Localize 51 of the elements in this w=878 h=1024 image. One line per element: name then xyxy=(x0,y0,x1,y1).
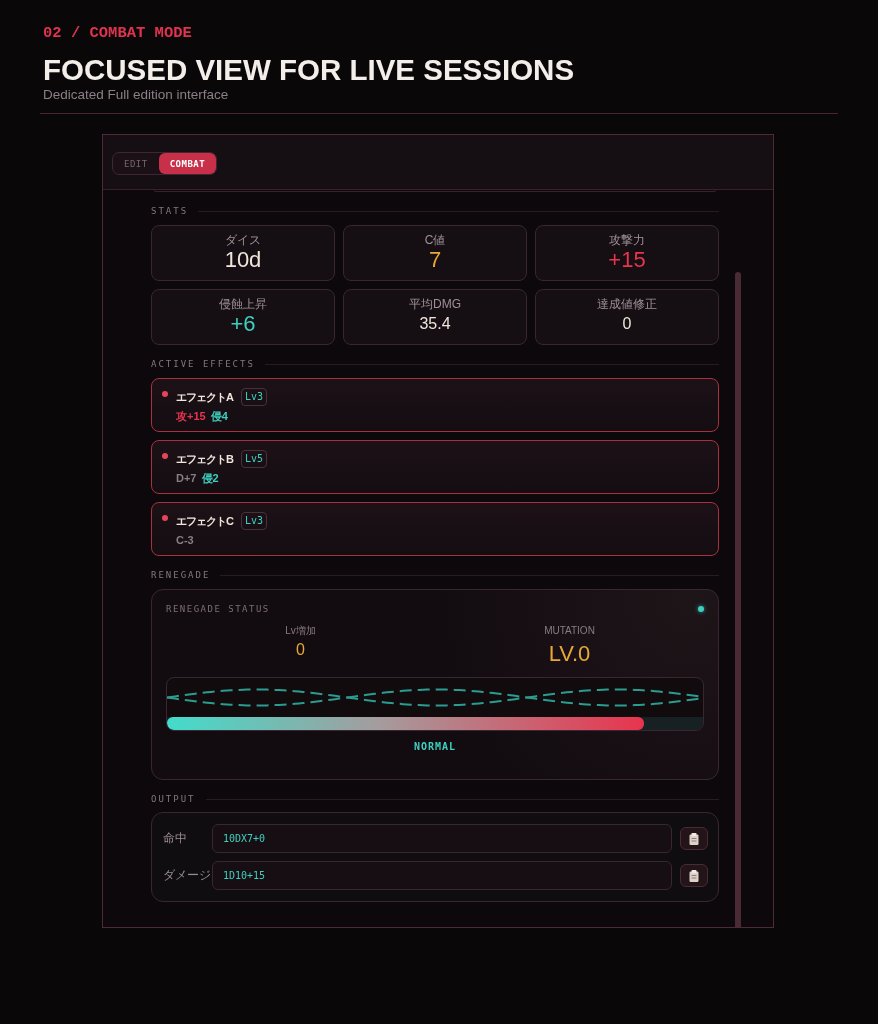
output-label: 命中 xyxy=(163,831,188,846)
stat-label: 侵蝕上昇 xyxy=(219,297,267,311)
metric-value: LV.0 xyxy=(548,641,591,667)
level-badge: Lv5 xyxy=(240,450,267,468)
status-dot-icon xyxy=(162,453,168,459)
stat-value: +15 xyxy=(608,247,646,273)
effect-name: エフェクトB xyxy=(176,451,233,467)
stat-value: 10d xyxy=(224,247,262,273)
section-title: OUTPUT xyxy=(151,793,196,805)
stat-label: 攻撃力 xyxy=(609,233,645,247)
stat-label: 平均DMG xyxy=(409,297,461,311)
effect-modifier: D+7 xyxy=(176,472,197,485)
effect-name: エフェクトA xyxy=(176,389,233,405)
status-label: NORMAL xyxy=(412,741,458,753)
clipboard-icon xyxy=(689,869,699,882)
metric-label: Lv増加 xyxy=(285,625,316,637)
copy-button[interactable] xyxy=(680,864,708,887)
panel-title: RENEGADE STATUS xyxy=(166,603,270,615)
effect-modifier: 攻+15 xyxy=(176,410,206,423)
effect-modifier: 侵4 xyxy=(210,410,228,423)
copy-button[interactable] xyxy=(680,827,708,850)
section-title: ACTIVE EFFECTS xyxy=(151,358,255,370)
stat-value: 7 xyxy=(428,247,442,273)
scrollbar-thumb[interactable] xyxy=(735,272,741,927)
stat-value: 35.4 xyxy=(419,314,451,334)
output-field[interactable]: 1D10+15 xyxy=(212,861,672,890)
section-title: RENEGADE xyxy=(151,569,211,581)
metric-label: MUTATION xyxy=(544,625,595,637)
clipboard-icon xyxy=(689,832,699,845)
level-badge: Lv3 xyxy=(240,512,267,530)
stat-value: 0 xyxy=(622,314,632,334)
output-label: ダメージ xyxy=(163,868,212,883)
effect-modifier: 侵2 xyxy=(201,472,219,485)
stat-value: +6 xyxy=(230,311,256,337)
metric-value: 0 xyxy=(296,640,305,660)
stat-label: 達成値修正 xyxy=(597,297,657,311)
level-badge: Lv3 xyxy=(240,388,267,406)
effect-name: エフェクトC xyxy=(176,513,233,529)
page-subtitle: Dedicated Full edition interface xyxy=(42,87,229,103)
section-eyebrow: 02 / COMBAT MODE xyxy=(42,24,192,42)
section-title: STATS xyxy=(151,205,189,217)
stat-label: C値 xyxy=(424,233,446,247)
status-dot-icon xyxy=(698,606,704,612)
output-field[interactable]: 10DX7+0 xyxy=(212,824,672,853)
mode-tab[interactable]: EDIT xyxy=(113,153,159,174)
mode-tab[interactable]: COMBAT xyxy=(158,153,217,174)
page-title: FOCUSED VIEW FOR LIVE SESSIONS xyxy=(42,53,575,87)
status-dot-icon xyxy=(162,515,168,521)
stat-label: ダイス xyxy=(225,233,261,247)
status-dot-icon xyxy=(162,391,168,397)
effect-modifier: C-3 xyxy=(176,534,194,547)
